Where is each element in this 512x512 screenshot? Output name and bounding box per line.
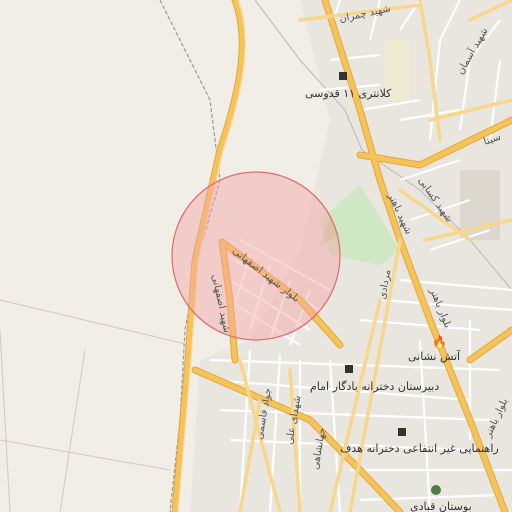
police-station-icon (339, 72, 347, 80)
park-tree-icon (431, 485, 441, 495)
location-radius-marker[interactable] (171, 171, 341, 341)
fire-station-icon: 🔥 (432, 335, 447, 349)
poi-label: بوستان قبادی (410, 500, 472, 512)
field-boundary (59, 349, 86, 512)
poi-label: کلانتری ۱۱ قدوسی (305, 87, 392, 100)
poi-label: راهنمایی غیر انتفاعی دخترانه هدف (340, 442, 499, 455)
school-icon (345, 365, 353, 373)
poi-label: آتش نشانی (408, 349, 461, 363)
field-boundary (0, 329, 11, 512)
map-view[interactable]: شهید چمران شهید آسمان سینا شهید کسایی شه… (0, 0, 512, 512)
field-boundary (0, 439, 171, 471)
map-canvas: شهید چمران شهید آسمان سینا شهید کسایی شه… (0, 0, 512, 512)
school-icon (398, 428, 406, 436)
poi-label: دبیرستان دخترانه یادگار امام (310, 380, 439, 393)
field-boundary (0, 299, 191, 346)
